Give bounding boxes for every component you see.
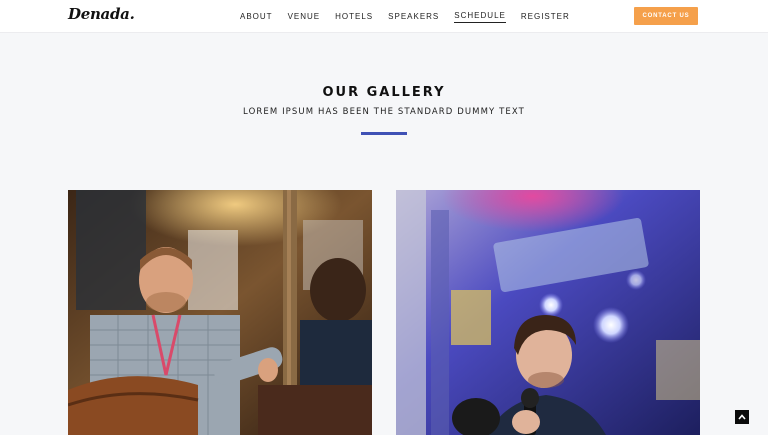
contact-us-button[interactable]: CONTACT US xyxy=(634,7,698,25)
nav-speakers[interactable]: SPEAKERS xyxy=(388,10,439,23)
scroll-to-top-button[interactable] xyxy=(735,410,749,424)
photo-1-illustration xyxy=(68,190,372,435)
chevron-up-icon xyxy=(738,414,746,420)
nav-hotels[interactable]: HOTELS xyxy=(335,10,373,23)
nav-register[interactable]: REGISTER xyxy=(521,10,570,23)
site-header: Denada. ABOUT VENUE HOTELS SPEAKERS SCHE… xyxy=(0,0,768,33)
nav-venue[interactable]: VENUE xyxy=(288,10,321,23)
logo[interactable]: Denada. xyxy=(68,5,135,23)
gallery-photo-2[interactable] xyxy=(396,190,700,435)
nav-schedule[interactable]: SCHEDULE xyxy=(454,9,506,23)
gallery-photo-1[interactable] xyxy=(68,190,372,435)
gallery-title: OUR GALLERY xyxy=(322,85,446,100)
accent-divider xyxy=(361,132,407,135)
photo-2-illustration xyxy=(396,190,700,435)
gallery-subtitle: LOREM IPSUM HAS BEEN THE STANDARD DUMMY … xyxy=(243,107,525,117)
main-nav: ABOUT VENUE HOTELS SPEAKERS SCHEDULE REG… xyxy=(240,0,570,32)
nav-about[interactable]: ABOUT xyxy=(240,10,273,23)
